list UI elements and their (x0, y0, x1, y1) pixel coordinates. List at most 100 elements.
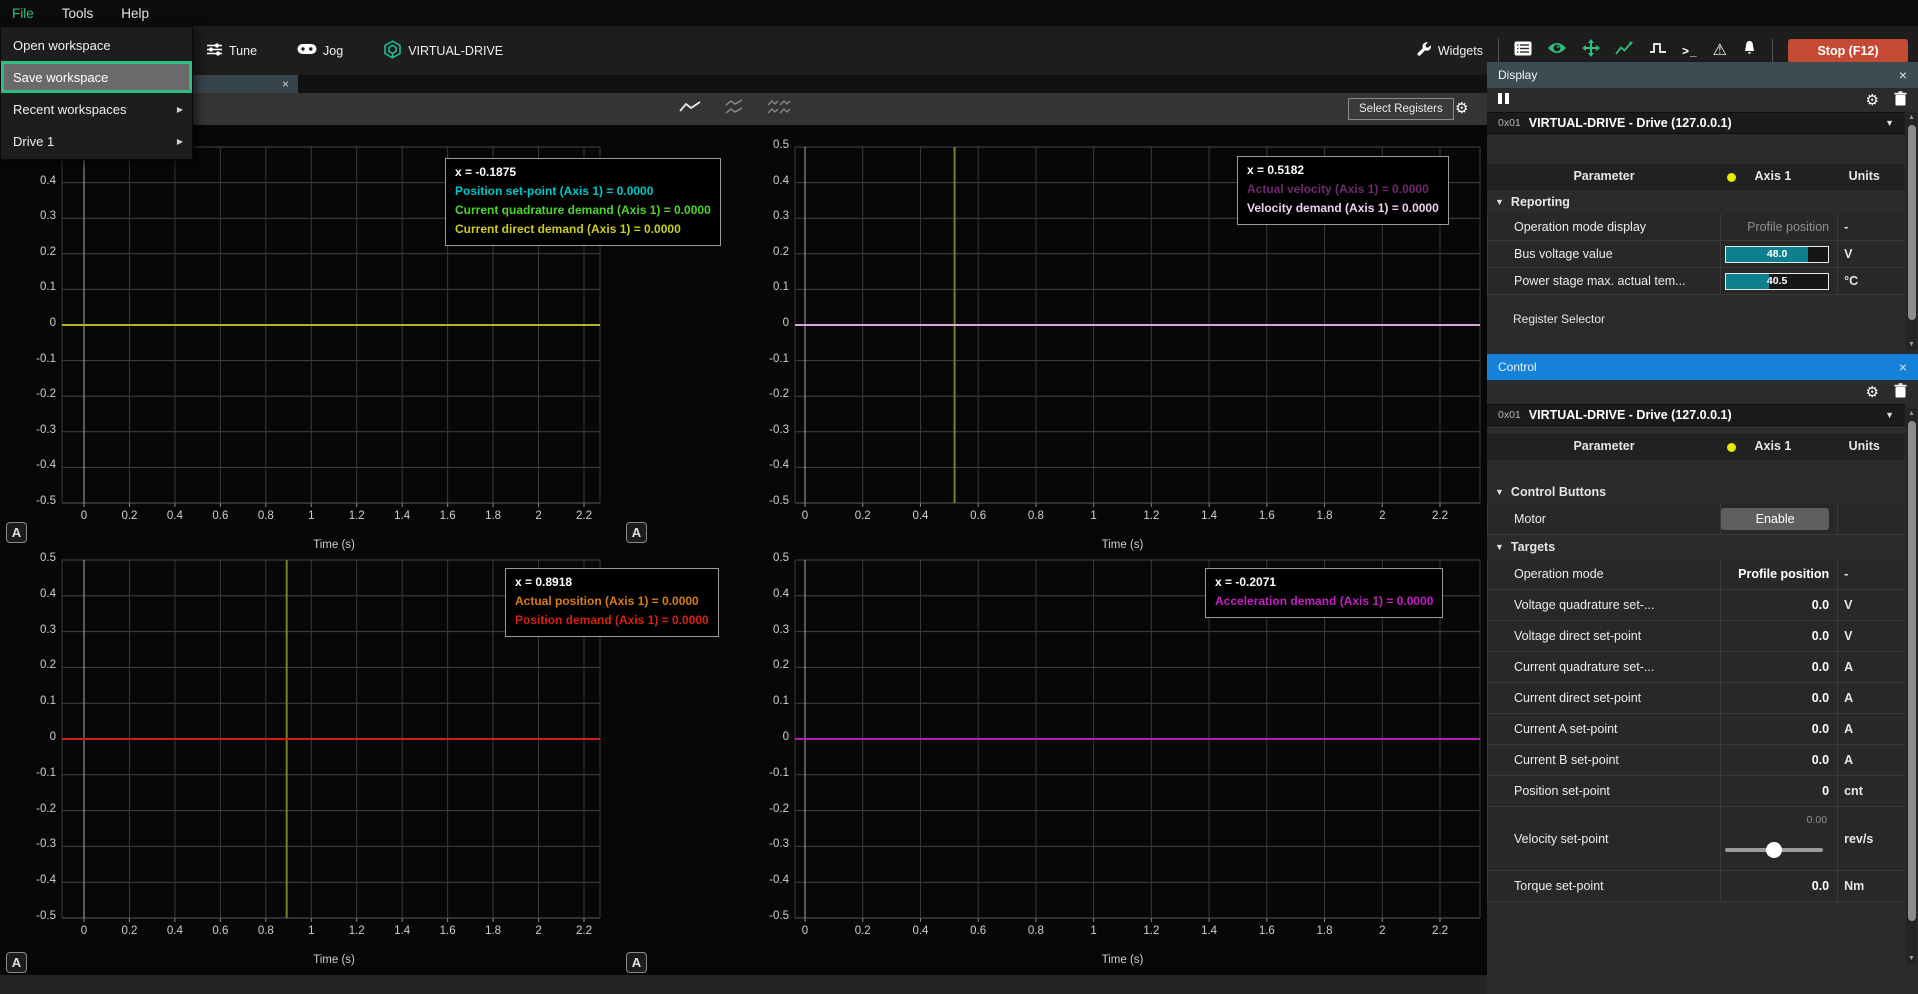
tune-button[interactable]: Tune (206, 41, 257, 61)
scope-plot-top-right[interactable]: 0.50.40.30.20.10-0.1-0.2-0.3-0.4-0.500.2… (620, 125, 1487, 555)
x-tick-label: 1.2 (337, 510, 377, 522)
chevron-down-icon: ▼ (1495, 197, 1504, 207)
layout-quad-plot-button[interactable] (766, 99, 792, 120)
gear-icon[interactable]: ⚙ (1866, 385, 1879, 400)
parameter-units: °C (1838, 268, 1905, 294)
parameter-value[interactable]: 0.0 (1812, 722, 1829, 736)
x-tick-label: 0.4 (900, 510, 940, 522)
pause-icon[interactable] (1498, 93, 1512, 107)
scrollbar-thumb[interactable] (1908, 125, 1916, 320)
menu-tools[interactable]: Tools (62, 6, 94, 21)
scope-toolbar: Select Registers ⚙ (0, 93, 1487, 125)
y-tick-label: -0.2 (749, 388, 789, 400)
register-selector-link[interactable]: Register Selector (1487, 299, 1918, 339)
autoscale-button[interactable]: A (6, 952, 27, 973)
value-bar: 48.0 (1725, 246, 1829, 263)
table-row: Voltage quadrature set-...0.0V (1487, 590, 1905, 621)
trash-icon[interactable] (1894, 91, 1907, 109)
register-list-button[interactable] (1514, 41, 1532, 61)
y-tick-label: 0.3 (749, 210, 789, 222)
control-scrollbar[interactable]: ▲ ▼ (1906, 408, 1917, 964)
table-row: Torque set-point0.0Nm (1487, 871, 1905, 902)
y-tick-label: -0.3 (749, 838, 789, 850)
autoscale-button[interactable]: A (6, 522, 27, 543)
gear-icon[interactable]: ⚙ (1455, 99, 1468, 117)
bell-icon[interactable] (1742, 40, 1757, 61)
parameter-name: Current A set-point (1487, 714, 1721, 744)
velocity-slider[interactable]: 0.00 (1721, 807, 1829, 870)
y-tick-label: -0.1 (749, 353, 789, 365)
drive-node-id: 0x01 (1498, 409, 1521, 421)
drive-button[interactable]: VIRTUAL-DRIVE (383, 40, 503, 62)
drive-selector[interactable]: 0x01 VIRTUAL-DRIVE - Drive (127.0.0.1) ▼ (1487, 112, 1905, 134)
scope-plot-top-left[interactable]: 0.50.40.30.20.10-0.1-0.2-0.3-0.4-0.500.2… (0, 125, 618, 555)
x-tick-label: 0.2 (109, 925, 149, 937)
trash-icon[interactable] (1894, 383, 1907, 401)
menu-file[interactable]: File (12, 6, 34, 21)
parameter-value-cell: 0.0 (1721, 590, 1838, 620)
parameter-value[interactable]: 0.0 (1812, 660, 1829, 674)
slider-value: 0.00 (1807, 814, 1827, 826)
parameter-units: - (1838, 214, 1905, 240)
parameter-name: Velocity set-point (1487, 807, 1721, 870)
parameter-value[interactable]: 0.0 (1812, 629, 1829, 643)
move-widget-toggle[interactable] (1582, 39, 1600, 62)
drive-selector[interactable]: 0x01 VIRTUAL-DRIVE - Drive (127.0.0.1) ▼ (1487, 404, 1905, 426)
motor-enable-button[interactable]: Enable (1721, 508, 1829, 530)
file-menu-item-recent-workspaces[interactable]: Recent workspaces▶ (1, 93, 192, 125)
file-menu-item-drive-1[interactable]: Drive 1▶ (1, 125, 192, 157)
wave-widget-button[interactable] (1649, 41, 1667, 60)
y-tick-label: -0.5 (749, 495, 789, 507)
scroll-up-icon[interactable]: ▲ (1906, 112, 1917, 123)
autoscale-button[interactable]: A (626, 522, 647, 543)
close-icon[interactable]: × (1899, 359, 1907, 375)
scope-plot-bottom-left[interactable]: 0.50.40.30.20.10-0.1-0.2-0.3-0.4-0.500.2… (0, 555, 618, 985)
parameter-name: Position set-point (1487, 776, 1721, 806)
menu-help[interactable]: Help (121, 6, 149, 21)
autoscale-button[interactable]: A (626, 952, 647, 973)
slider-thumb[interactable] (1766, 842, 1782, 858)
parameter-value[interactable]: Profile position (1738, 567, 1829, 581)
section-targets[interactable]: ▼ Targets (1487, 535, 1905, 559)
section-reporting[interactable]: ▼ Reporting (1487, 190, 1905, 214)
section-control-buttons[interactable]: ▼ Control Buttons (1487, 480, 1905, 504)
parameter-units: V (1838, 621, 1905, 651)
parameter-value[interactable]: 0.0 (1812, 691, 1829, 705)
layout-dual-plot-button[interactable] (722, 99, 746, 120)
parameter-units: A (1838, 683, 1905, 713)
parameter-name: Operation mode (1487, 559, 1721, 589)
scrollbar-thumb[interactable] (1908, 421, 1916, 921)
column-axis: Axis 1 (1755, 169, 1792, 183)
console-button[interactable]: >_ (1682, 44, 1698, 58)
scope-plot-bottom-right[interactable]: 0.50.40.30.20.10-0.1-0.2-0.3-0.4-0.500.2… (620, 555, 1487, 985)
x-tick-label: 1 (291, 510, 331, 522)
parameter-value[interactable]: 0 (1822, 784, 1829, 798)
layout-single-plot-button[interactable] (678, 99, 702, 120)
display-scrollbar[interactable]: ▲ ▼ (1906, 112, 1917, 350)
display-widget-toggle[interactable] (1547, 41, 1567, 60)
jog-button[interactable]: Jog (297, 42, 343, 59)
table-row: Velocity set-point0.00rev/s (1487, 807, 1905, 871)
parameter-value[interactable]: 0.0 (1812, 753, 1829, 767)
file-menu-item-save-workspace[interactable]: Save workspace (1, 61, 192, 93)
close-icon[interactable]: × (282, 77, 289, 91)
y-tick-label: 0.4 (749, 175, 789, 187)
scope-widget-toggle[interactable] (1615, 40, 1634, 61)
warning-icon[interactable]: ⚠ (1713, 43, 1727, 59)
y-tick-label: -0.3 (749, 424, 789, 436)
scroll-up-icon[interactable]: ▲ (1906, 408, 1917, 419)
parameter-value[interactable]: 0.0 (1812, 879, 1829, 893)
scroll-down-icon[interactable]: ▼ (1906, 339, 1917, 350)
select-registers-button[interactable]: Select Registers (1348, 98, 1454, 120)
drive-name: VIRTUAL-DRIVE - Drive (127.0.0.1) (1529, 408, 1732, 422)
tooltip-series-value: Position demand (Axis 1) = 0.0000 (515, 611, 709, 630)
drive-label: VIRTUAL-DRIVE (408, 44, 503, 58)
stop-button[interactable]: Stop (F12) (1788, 39, 1908, 63)
parameter-value[interactable]: 0.0 (1812, 598, 1829, 612)
scroll-down-icon[interactable]: ▼ (1906, 953, 1917, 964)
close-icon[interactable]: × (1899, 67, 1907, 83)
x-tick-label: 2 (519, 510, 559, 522)
widgets-button[interactable]: Widgets (1416, 41, 1483, 60)
gear-icon[interactable]: ⚙ (1866, 93, 1879, 108)
file-menu-item-open-workspace[interactable]: Open workspace (1, 29, 192, 61)
